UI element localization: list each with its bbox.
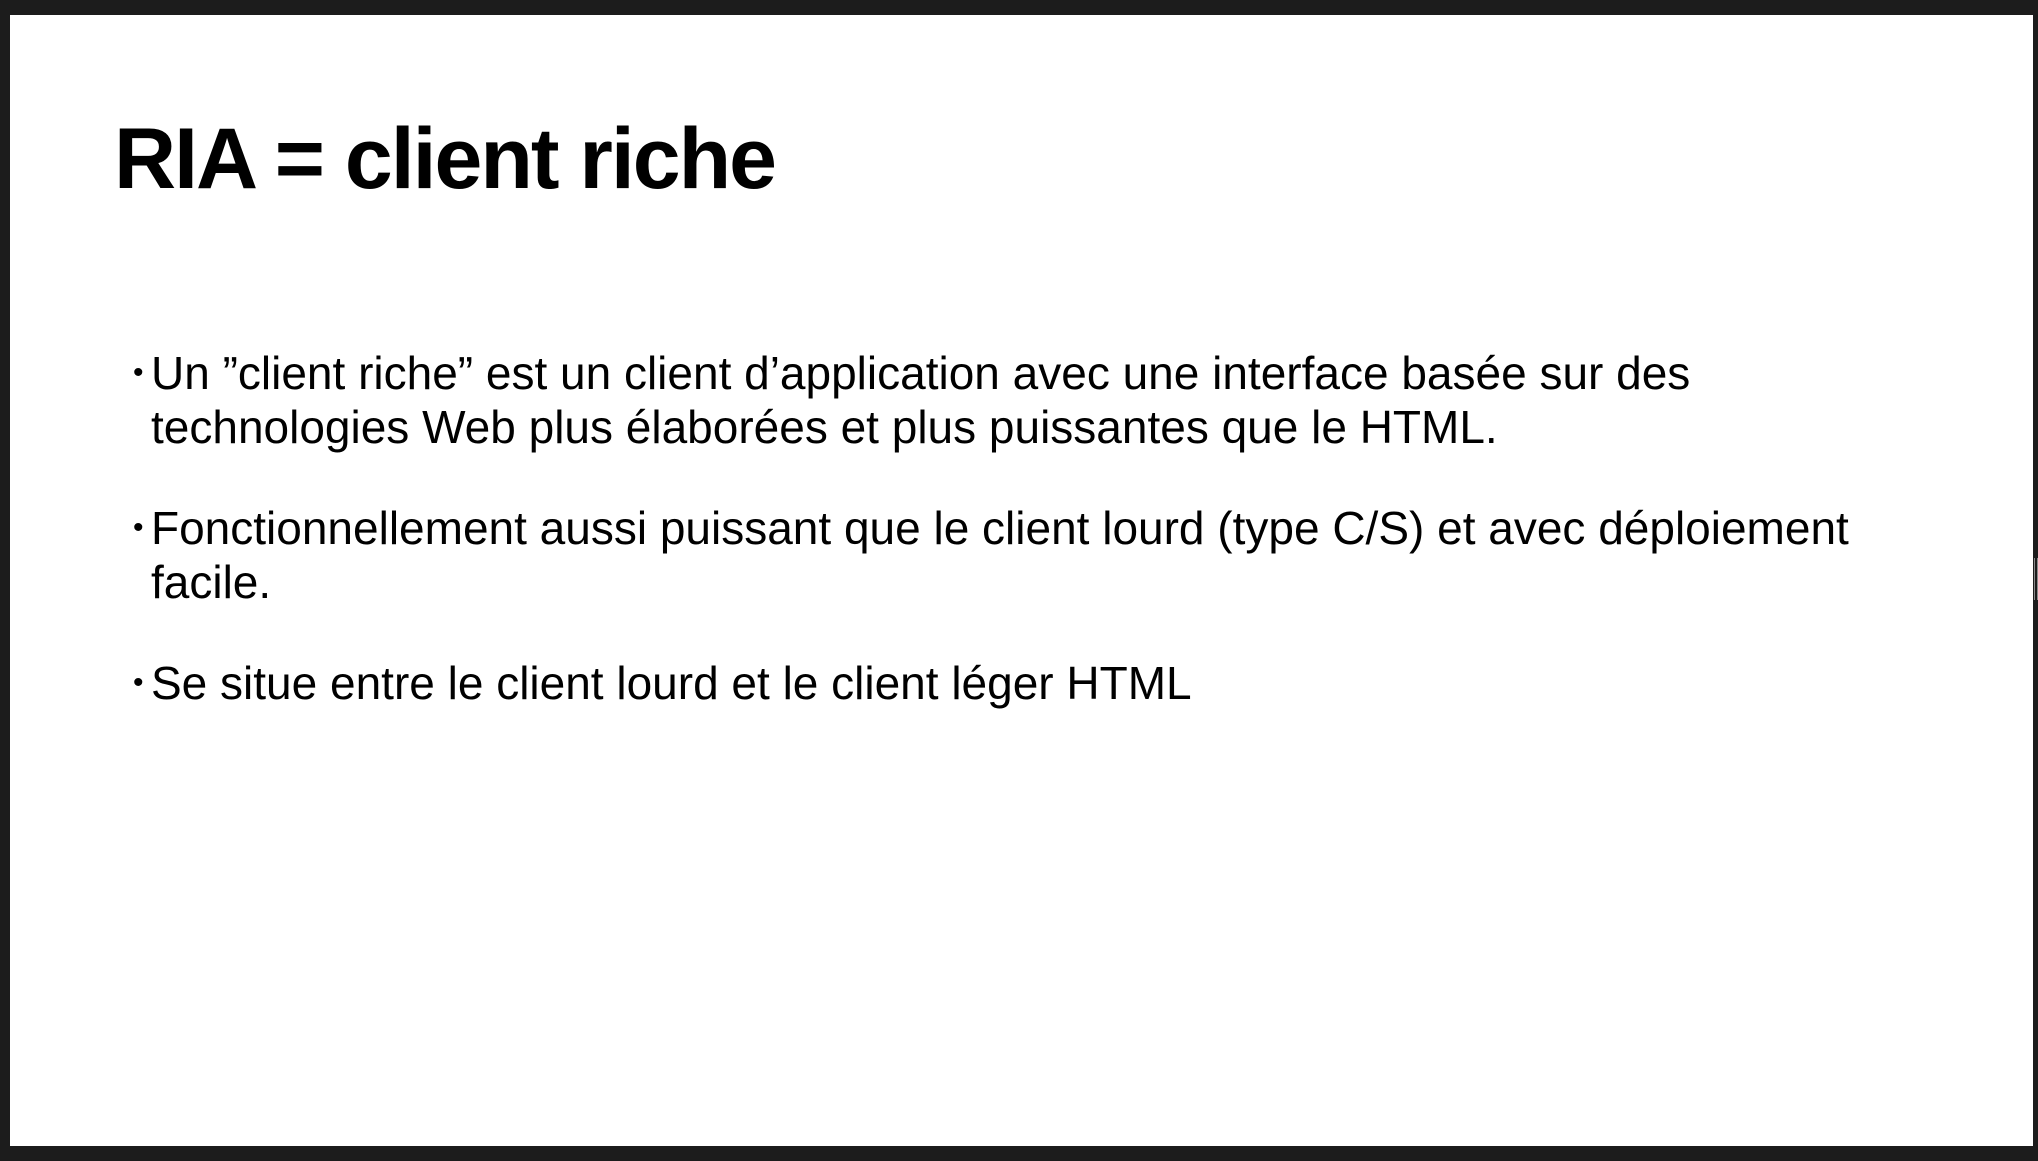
bullet-item: • Se situe entre le client lourd et le c…: [133, 656, 1933, 710]
bullet-icon: •: [133, 666, 144, 699]
bullet-item: • Fonctionnellement aussi puissant que l…: [133, 501, 1933, 609]
bullet-list: • Un ”client riche” est un client d’appl…: [133, 346, 1933, 757]
bullet-icon: •: [133, 511, 144, 544]
bullet-item: • Un ”client riche” est un client d’appl…: [133, 346, 1933, 454]
bullet-text: Se situe entre le client lourd et le cli…: [151, 657, 1192, 709]
slide: RIA = client riche • Un ”client riche” e…: [10, 15, 2033, 1146]
slide-title: RIA = client riche: [114, 111, 777, 207]
bullet-icon: •: [133, 356, 144, 389]
bullet-text: Fonctionnellement aussi puissant que le …: [151, 502, 1849, 608]
presentation-viewer: RIA = client riche • Un ”client riche” e…: [0, 0, 2038, 1161]
resize-handle-icon[interactable]: [2034, 558, 2038, 600]
bullet-text: Un ”client riche” est un client d’applic…: [151, 347, 1691, 453]
